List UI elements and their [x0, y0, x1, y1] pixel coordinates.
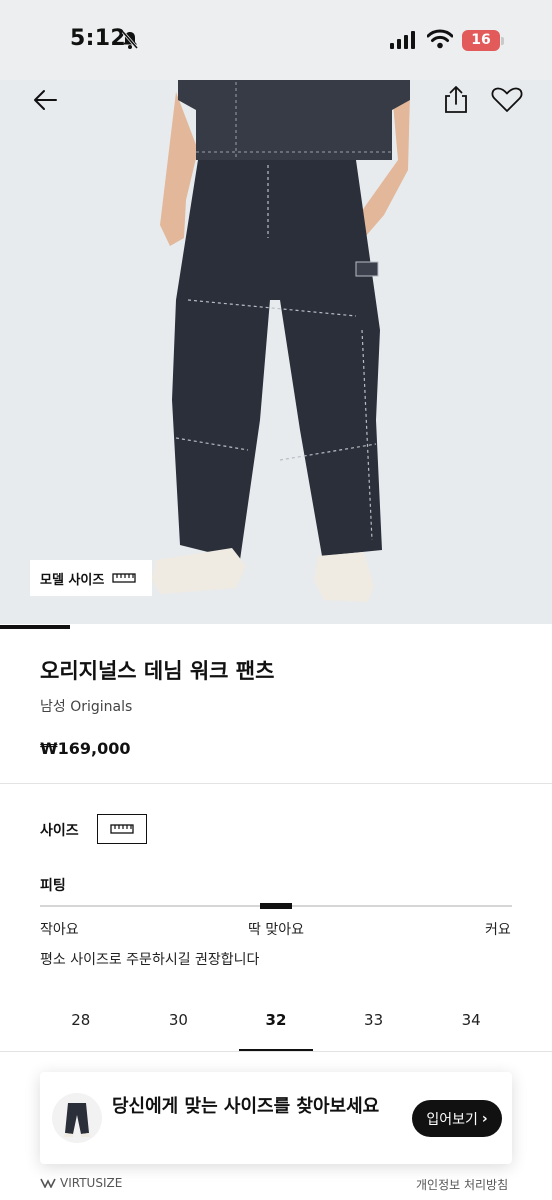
- fit-recommendation: 평소 사이즈로 주문하시길 권장합니다: [40, 952, 260, 968]
- arrow-left-icon: [34, 90, 57, 110]
- try-on-button[interactable]: 입어보기 ›: [412, 1100, 502, 1137]
- size-option[interactable]: 33: [325, 1000, 423, 1052]
- ruler-icon: [110, 824, 134, 834]
- size-option[interactable]: 28: [32, 1000, 130, 1052]
- virtusize-card[interactable]: 당신에게 맞는 사이즈를 찾아보세요 입어보기 ›: [40, 1072, 512, 1164]
- wishlist-button[interactable]: [490, 84, 523, 116]
- product-thumbnail: [52, 1093, 102, 1143]
- product-subtitle: 남성 Originals: [40, 699, 133, 715]
- gallery-progress-indicator: [0, 625, 70, 629]
- pants-thumbnail-icon: [64, 1103, 90, 1137]
- bell-muted-icon: [121, 31, 139, 49]
- virtusize-logo-icon: [40, 1178, 56, 1188]
- cellular-signal-icon: [390, 31, 415, 49]
- battery-nub: [501, 37, 504, 45]
- chevron-right-icon: ›: [481, 1110, 488, 1127]
- try-on-button-label: 입어보기: [426, 1111, 478, 1128]
- model-size-chip[interactable]: 모델 사이즈: [30, 560, 152, 596]
- status-time: 5:12: [70, 26, 126, 51]
- product-price: ₩169,000: [40, 739, 131, 758]
- divider: [0, 783, 552, 784]
- virtusize-brand: VIRTUSIZE: [40, 1176, 122, 1190]
- ruler-icon: [112, 573, 136, 583]
- fit-label: 피팅: [40, 878, 66, 894]
- battery-indicator: 16: [462, 30, 500, 51]
- size-guide-button[interactable]: [97, 814, 147, 844]
- virtusize-message: 당신에게 맞는 사이즈를 찾아보세요: [112, 1096, 380, 1117]
- status-bar: 5:12 16: [0, 0, 552, 80]
- size-option[interactable]: 34: [422, 1000, 520, 1052]
- back-button[interactable]: [30, 84, 62, 116]
- fit-small-label: 작아요: [40, 922, 79, 938]
- heart-icon: [491, 87, 523, 112]
- size-option[interactable]: 32: [227, 1000, 325, 1052]
- model-size-label: 모델 사이즈: [40, 572, 105, 588]
- share-icon: [445, 86, 467, 113]
- size-option[interactable]: 30: [130, 1000, 228, 1052]
- product-title: 오리지널스 데님 워크 팬츠: [40, 659, 275, 683]
- divider: [0, 1051, 552, 1052]
- fit-true-label: 딱 맞아요: [248, 922, 304, 938]
- fit-large-label: 커요: [485, 922, 511, 938]
- share-button[interactable]: [440, 84, 472, 116]
- virtusize-brand-name: VIRTUSIZE: [60, 1176, 123, 1190]
- fit-scale-marker: [260, 903, 292, 909]
- privacy-policy-link[interactable]: 개인정보 처리방침: [416, 1176, 508, 1193]
- size-selector: 28 30 32 33 34: [32, 1000, 520, 1052]
- size-section-label: 사이즈: [40, 823, 79, 839]
- wifi-icon: [427, 29, 453, 49]
